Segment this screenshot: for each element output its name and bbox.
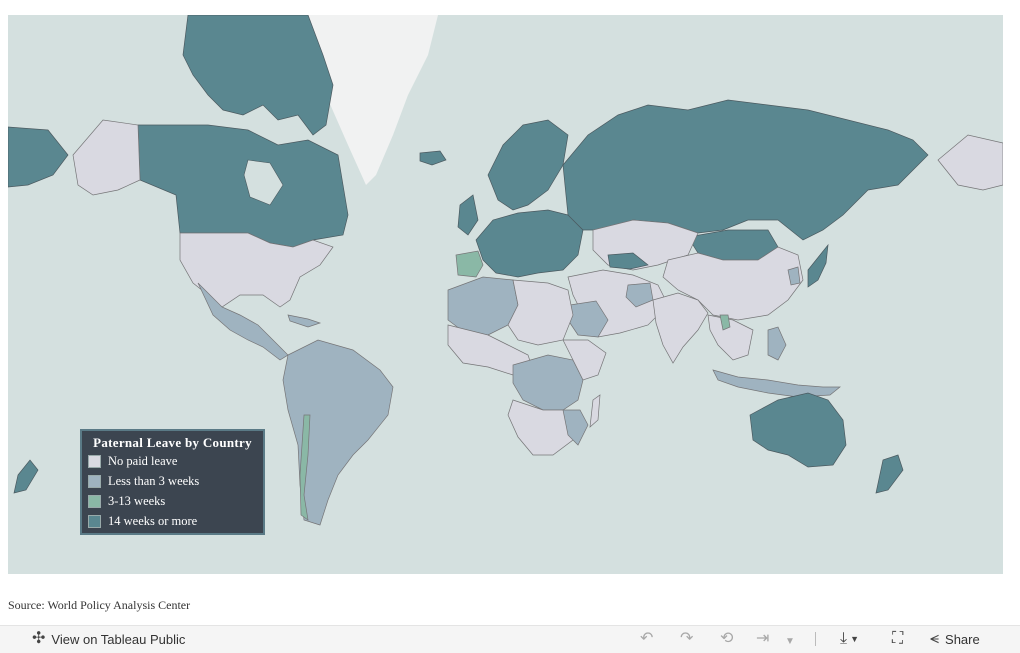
redo-icon[interactable]: ↷ bbox=[680, 631, 693, 647]
legend-label: 3-13 weeks bbox=[108, 493, 166, 508]
download-button[interactable]: ⤓ ▼ bbox=[840, 631, 859, 647]
region-usa[interactable] bbox=[179, 232, 334, 308]
toolbar-divider bbox=[815, 632, 816, 646]
region-madagascar[interactable] bbox=[589, 394, 601, 428]
view-on-tableau-button[interactable]: ✣ View on Tableau Public bbox=[32, 631, 185, 647]
legend-label: 14 weeks or more bbox=[108, 513, 198, 528]
region-central-africa[interactable] bbox=[512, 354, 584, 411]
legend-swatch-14-weeks-or-more bbox=[88, 514, 101, 528]
source-note: Source: World Policy Analysis Center bbox=[8, 598, 191, 612]
legend-label: Less than 3 weeks bbox=[108, 473, 200, 488]
region-russia-west-wrap[interactable] bbox=[8, 126, 69, 188]
region-japan[interactable] bbox=[807, 243, 829, 288]
chevron-down-icon: ▼ bbox=[850, 634, 859, 644]
download-icon: ⤓ bbox=[840, 630, 848, 647]
legend-swatch-less-than-3-weeks bbox=[88, 474, 101, 488]
region-australia[interactable] bbox=[749, 392, 847, 468]
region-uk[interactable] bbox=[457, 194, 479, 236]
region-canada[interactable] bbox=[137, 124, 349, 248]
legend-item[interactable]: 14 weeks or more bbox=[82, 511, 263, 531]
share-label: Share bbox=[945, 631, 980, 647]
pause-dropdown-icon[interactable]: ▼ bbox=[785, 634, 795, 650]
revert-icon[interactable]: ⟲ bbox=[720, 631, 733, 647]
legend-title: Paternal Leave by Country bbox=[93, 435, 252, 450]
region-new-zealand-west[interactable] bbox=[13, 459, 39, 494]
region-caribbean[interactable] bbox=[287, 314, 322, 328]
refresh-icon[interactable]: ⇥ bbox=[756, 631, 769, 647]
region-india[interactable] bbox=[652, 292, 709, 364]
tableau-icon: ✣ bbox=[32, 630, 46, 647]
region-canada-arctic[interactable] bbox=[182, 15, 334, 136]
region-alaska-east[interactable] bbox=[937, 134, 1003, 191]
region-south-america[interactable] bbox=[282, 339, 394, 526]
region-russia[interactable] bbox=[562, 99, 929, 241]
legend-label: No paid leave bbox=[108, 453, 178, 468]
map-legend: Paternal Leave by Country No paid leave … bbox=[80, 429, 265, 535]
share-button[interactable]: ⪪ Share bbox=[930, 631, 980, 647]
region-scandinavia[interactable] bbox=[487, 119, 569, 211]
region-indonesia[interactable] bbox=[712, 369, 841, 398]
legend-item[interactable]: No paid leave bbox=[82, 451, 263, 471]
tableau-toolbar: ✣ View on Tableau Public ↶ ↷ ⟲ ⇥ ▼ ⤓ ▼ ⛶… bbox=[0, 625, 1020, 653]
region-europe[interactable] bbox=[475, 209, 584, 278]
region-iceland[interactable] bbox=[419, 150, 447, 166]
region-new-zealand[interactable] bbox=[875, 454, 904, 494]
world-map[interactable]: Paternal Leave by Country No paid leave … bbox=[8, 15, 1003, 574]
legend-item[interactable]: 3-13 weeks bbox=[82, 491, 263, 511]
legend-item[interactable]: Less than 3 weeks bbox=[82, 471, 263, 491]
share-icon: ⪪ bbox=[930, 630, 940, 647]
region-north-africa-west[interactable] bbox=[447, 276, 519, 336]
fullscreen-icon[interactable]: ⛶ bbox=[892, 631, 903, 647]
view-on-tableau-label: View on Tableau Public bbox=[51, 631, 186, 647]
region-philippines[interactable] bbox=[767, 326, 787, 361]
region-north-africa-east[interactable] bbox=[507, 279, 574, 346]
region-alaska[interactable] bbox=[72, 119, 141, 196]
legend-swatch-no-paid-leave bbox=[88, 454, 101, 468]
undo-icon[interactable]: ↶ bbox=[640, 631, 653, 647]
legend-swatch-3-13-weeks bbox=[88, 494, 101, 508]
region-se-asia[interactable] bbox=[707, 314, 754, 361]
region-iberia[interactable] bbox=[455, 250, 484, 278]
